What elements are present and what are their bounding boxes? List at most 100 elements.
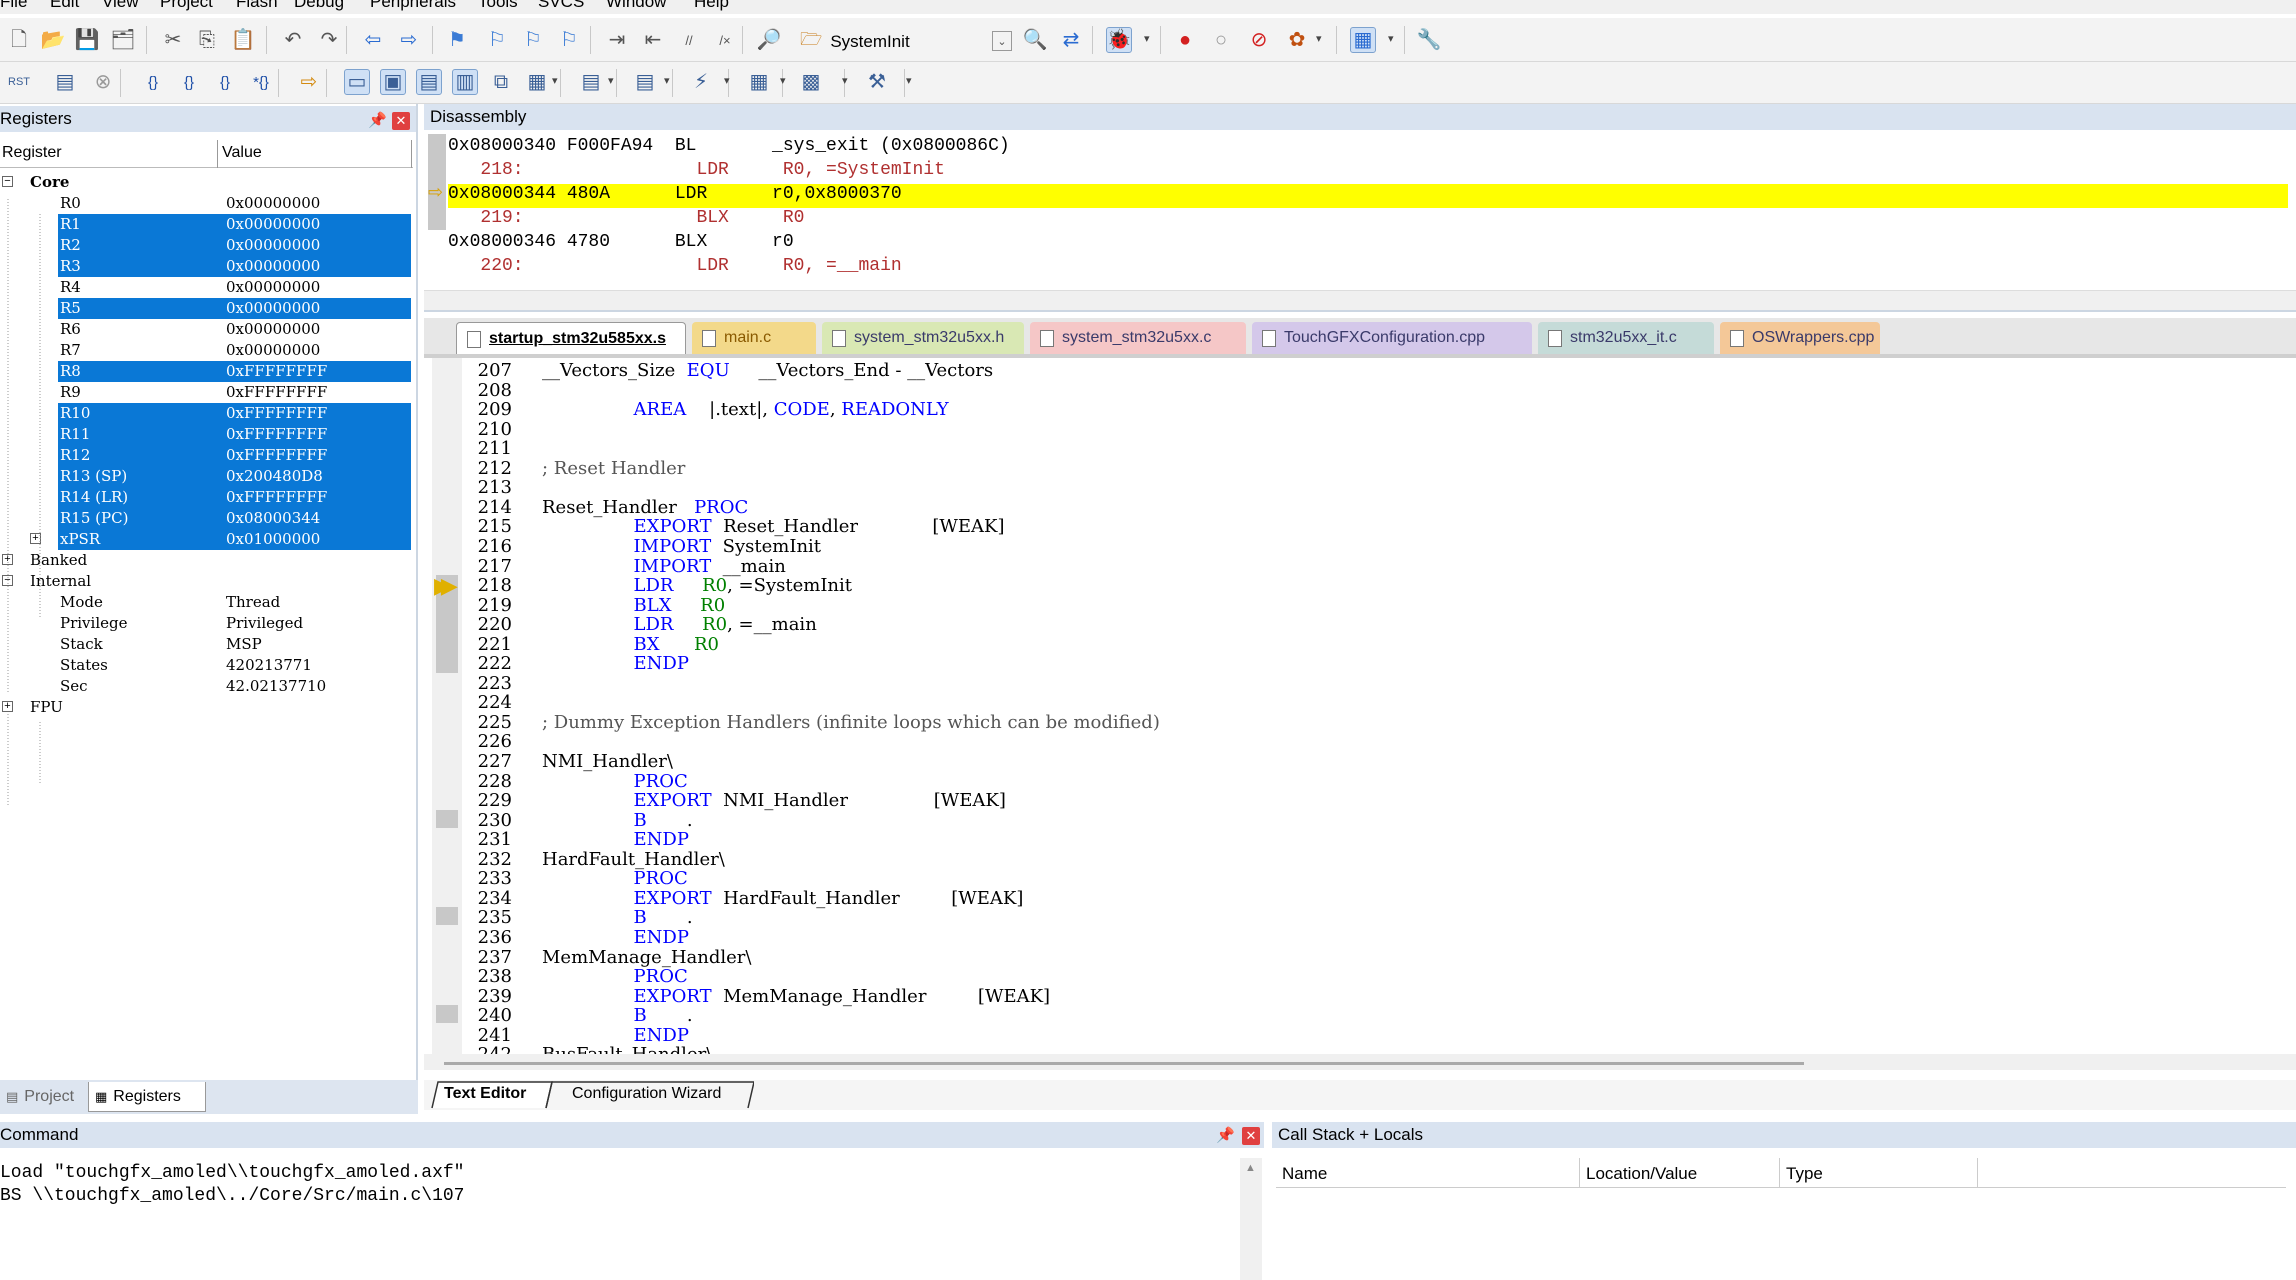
code-line[interactable]: B . <box>542 1005 693 1026</box>
code-line[interactable]: ; Dummy Exception Handlers (infinite loo… <box>542 712 1160 733</box>
close-icon[interactable]: ✕ <box>392 112 410 130</box>
code-line[interactable]: LDR R0, =__main <box>542 614 817 635</box>
location-column-header[interactable]: Location/Value <box>1580 1158 1780 1188</box>
call-stack-window-icon[interactable]: ⧉ <box>488 69 514 95</box>
editor-gutter[interactable] <box>432 358 462 1054</box>
internal-value[interactable]: 420213771 <box>226 656 312 674</box>
trace-window-icon[interactable]: ▦ <box>746 69 772 95</box>
register-value[interactable]: 0x200480D8 <box>226 467 323 485</box>
open-folder-icon[interactable]: 📂 <box>40 27 66 53</box>
code-line[interactable]: ENDP <box>542 829 689 850</box>
register-value[interactable]: 0xFFFFFFFF <box>226 446 327 464</box>
register-row[interactable]: R4 0x00000000 <box>0 277 413 298</box>
register-value[interactable]: 0x00000000 <box>226 194 320 212</box>
chevron-down-icon[interactable]: ▾ <box>608 74 614 87</box>
code-line[interactable]: B . <box>542 907 693 928</box>
chevron-down-icon[interactable]: ⌄ <box>992 31 1012 51</box>
menu-tools[interactable]: Tools <box>478 0 518 12</box>
new-file-icon[interactable]: 🗋 <box>6 27 32 53</box>
show-next-statement-icon[interactable]: ⇨ <box>296 69 322 95</box>
menu-file[interactable]: File <box>0 0 27 12</box>
register-row[interactable]: R7 0x00000000 <box>0 340 413 361</box>
step-over-icon[interactable]: {} <box>176 69 202 95</box>
tab-configuration-wizard[interactable]: Configuration Wizard <box>572 1080 721 1108</box>
register-value[interactable]: 0xFFFFFFFF <box>226 488 327 506</box>
nav-forward-icon[interactable]: ⇨ <box>396 27 422 53</box>
serial-window-icon[interactable]: ▤ <box>632 69 658 95</box>
register-row[interactable]: R5 0x00000000 <box>0 298 413 319</box>
register-row[interactable]: R1 0x00000000 <box>0 214 413 235</box>
chevron-down-icon[interactable]: ▾ <box>842 74 848 87</box>
memory-window-icon[interactable]: ▤ <box>578 69 604 95</box>
menu-window[interactable]: Window <box>606 0 666 12</box>
code-line[interactable]: IMPORT SystemInit <box>542 536 821 557</box>
internal-row[interactable]: Stack MSP <box>0 634 413 655</box>
disassembly-instruction[interactable]: 0x08000340 F000FA94 BL _sys_exit (0x0800… <box>448 136 2288 160</box>
window-layout-icon[interactable]: ▦ <box>1350 27 1376 53</box>
comment-icon[interactable]: // <box>676 27 702 53</box>
expand-toggle-icon[interactable]: + <box>2 554 13 565</box>
register-group-fpu[interactable]: + FPU <box>0 697 413 718</box>
register-group-core[interactable]: − Core <box>0 172 413 193</box>
type-column-header[interactable]: Type <box>1780 1158 1978 1188</box>
executable-line-marker[interactable] <box>436 809 458 828</box>
register-value[interactable]: 0xFFFFFFFF <box>226 425 327 443</box>
internal-row[interactable]: Privilege Privileged <box>0 613 413 634</box>
step-out-icon[interactable]: {} <box>212 69 238 95</box>
copy-icon[interactable]: ⎘ <box>194 27 220 53</box>
code-line[interactable]: HardFault_Handler\ <box>542 849 725 870</box>
chevron-down-icon[interactable]: ▾ <box>552 74 558 87</box>
menu-view[interactable]: View <box>102 0 139 12</box>
menu-help[interactable]: Help <box>694 0 729 12</box>
file-tab[interactable]: OSWrappers.cpp <box>1720 322 1880 354</box>
register-value[interactable]: 0x00000000 <box>226 278 320 296</box>
chevron-down-icon[interactable]: ▾ <box>724 74 730 87</box>
register-column-header[interactable]: Register <box>0 140 218 168</box>
replace-icon[interactable]: ⇄ <box>1058 27 1084 53</box>
register-value[interactable]: 0x01000000 <box>226 530 320 548</box>
code-line[interactable]: __Vectors_Size EQU __Vectors_End - __Vec… <box>542 360 993 381</box>
symbols-window-icon[interactable]: ▤ <box>416 69 442 95</box>
internal-row[interactable]: States 420213771 <box>0 655 413 676</box>
disassembly-panel[interactable]: 0x08000340 F000FA94 BL _sys_exit (0x0800… <box>424 130 2296 312</box>
breakpoint-options-icon[interactable]: ✿ <box>1284 27 1310 53</box>
register-value[interactable]: 0xFFFFFFFF <box>226 404 327 422</box>
bookmark-icon[interactable]: ⚑ <box>444 27 470 53</box>
file-tab[interactable]: main.c <box>692 322 816 354</box>
disassembly-hscrollbar[interactable] <box>424 290 2296 310</box>
chevron-down-icon[interactable]: ▾ <box>1144 32 1150 45</box>
undo-icon[interactable]: ↶ <box>280 27 306 53</box>
debug-session-icon[interactable]: 🐞 <box>1106 27 1132 53</box>
nav-back-icon[interactable]: ⇦ <box>360 27 386 53</box>
code-line[interactable]: NMI_Handler\ <box>542 751 673 772</box>
toolbox-icon[interactable]: ⚒ <box>864 69 890 95</box>
tab-project[interactable]: ▤ Project <box>0 1082 80 1112</box>
file-tab[interactable]: system_stm32u5xx.h <box>822 322 1024 354</box>
code-line[interactable]: B . <box>542 810 693 831</box>
internal-value[interactable]: 42.02137710 <box>226 677 326 695</box>
internal-row[interactable]: Mode Thread <box>0 592 413 613</box>
code-line[interactable]: PROC <box>542 771 688 792</box>
bookmark-prev-icon[interactable]: ⚐ <box>484 27 510 53</box>
file-tab[interactable]: system_stm32u5xx.c <box>1030 322 1246 354</box>
uncomment-icon[interactable]: /× <box>712 27 738 53</box>
save-all-icon[interactable]: 🗂 <box>110 27 136 53</box>
disassembly-source-line[interactable]: 218: LDR R0, =SystemInit <box>448 160 2288 184</box>
code-line[interactable]: AREA |.text|, CODE, READONLY <box>542 399 949 420</box>
find-in-files-icon[interactable]: 🔎 <box>756 27 782 53</box>
registers-window-icon[interactable]: ▥ <box>452 69 478 95</box>
menu-peripherals[interactable]: Peripherals <box>370 0 456 12</box>
code-line[interactable]: BLX R0 <box>542 595 726 616</box>
indent-icon[interactable]: ⇥ <box>604 27 630 53</box>
register-row[interactable]: + xPSR 0x01000000 <box>0 529 413 550</box>
menu-flash[interactable]: Flash <box>236 0 278 12</box>
register-value[interactable]: 0x00000000 <box>226 257 320 275</box>
code-line[interactable]: Reset_Handler PROC <box>542 497 748 518</box>
disassembly-instruction[interactable]: 0x08000344 480A LDR r0,0x8000370 <box>448 184 2288 208</box>
register-row[interactable]: R10 0xFFFFFFFF <box>0 403 413 424</box>
chevron-down-icon[interactable]: ▾ <box>780 74 786 87</box>
code-line[interactable]: MemManage_Handler\ <box>542 947 751 968</box>
menu-debug[interactable]: Debug <box>294 0 344 12</box>
close-icon[interactable]: ✕ <box>1242 1127 1260 1145</box>
name-column-header[interactable]: Name <box>1276 1158 1580 1188</box>
